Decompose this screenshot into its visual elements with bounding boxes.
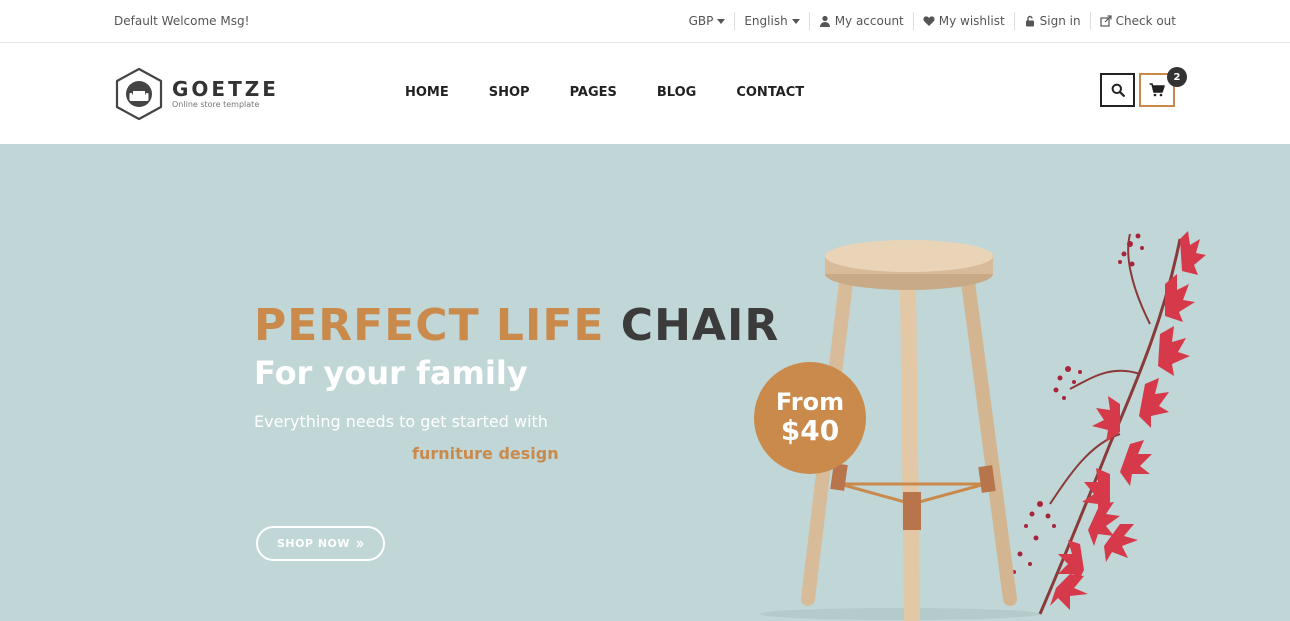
red-plant-image [1012, 231, 1206, 615]
price-from-label: From [775, 388, 845, 417]
logo-title: GOETZE [172, 77, 279, 101]
price-badge: From $40 [754, 362, 866, 474]
currency-selector[interactable]: GBP [689, 12, 735, 30]
language-selector[interactable]: English [734, 12, 808, 30]
hero-artwork [760, 231, 1206, 621]
search-icon [1111, 83, 1125, 97]
user-icon [819, 15, 831, 27]
caret-down-icon [791, 18, 800, 24]
shop-now-button[interactable]: SHOP NOW [256, 526, 385, 561]
logo-text: GOETZE Online store template [172, 78, 279, 110]
hero-title: PERFECT LIFE CHAIR [254, 300, 779, 352]
hero-title-dark: CHAIR [620, 300, 780, 351]
language-label: English [744, 14, 788, 28]
logo-subtitle: Online store template [172, 100, 260, 109]
stool-shadow [760, 608, 1040, 620]
nav-blog[interactable]: BLOG [657, 85, 696, 100]
checkout-icon [1100, 15, 1112, 27]
nav-contact[interactable]: CONTACT [736, 85, 804, 100]
hero-banner: PERFECT LIFE CHAIR For your family Every… [0, 144, 1290, 621]
nav-shop[interactable]: SHOP [489, 85, 530, 100]
main-header: GOETZE Online store template HOME SHOP P… [0, 43, 1290, 144]
sign-in-link[interactable]: Sign in [1013, 12, 1090, 30]
my-account-label: My account [834, 14, 904, 28]
lock-icon [1024, 15, 1036, 27]
currency-label: GBP [688, 14, 714, 28]
cart-icon [1149, 83, 1165, 97]
cart-count-badge: 2 [1167, 67, 1187, 87]
check-out-link[interactable]: Check out [1089, 12, 1176, 30]
shop-now-label: SHOP NOW [276, 537, 351, 550]
my-account-link[interactable]: My account [808, 12, 913, 30]
hero-text-line2: furniture design [412, 444, 559, 463]
double-chevron-right-icon [356, 540, 364, 547]
welcome-message: Default Welcome Msg! [114, 14, 250, 28]
hero-subtitle: For your family [254, 354, 528, 392]
nav-pages[interactable]: PAGES [570, 85, 617, 100]
logo[interactable]: GOETZE Online store template [114, 67, 279, 121]
logo-mark-icon [115, 67, 163, 121]
nav-home[interactable]: HOME [405, 85, 449, 100]
caret-down-icon [717, 18, 726, 24]
top-bar: Default Welcome Msg! GBP English My acco… [0, 0, 1290, 43]
sign-in-label: Sign in [1039, 14, 1081, 28]
heart-icon [923, 15, 935, 27]
top-links: GBP English My account My wishlist Sign … [689, 12, 1176, 30]
price-value: $40 [780, 413, 840, 447]
hero-title-accent: PERFECT LIFE [254, 300, 605, 351]
my-wishlist-link[interactable]: My wishlist [912, 12, 1014, 30]
hero-text-line1: Everything needs to get started with [254, 412, 548, 431]
search-button[interactable] [1100, 73, 1135, 107]
check-out-label: Check out [1115, 14, 1176, 28]
my-wishlist-label: My wishlist [938, 14, 1005, 28]
main-nav: HOME SHOP PAGES BLOG CONTACT [405, 85, 804, 100]
